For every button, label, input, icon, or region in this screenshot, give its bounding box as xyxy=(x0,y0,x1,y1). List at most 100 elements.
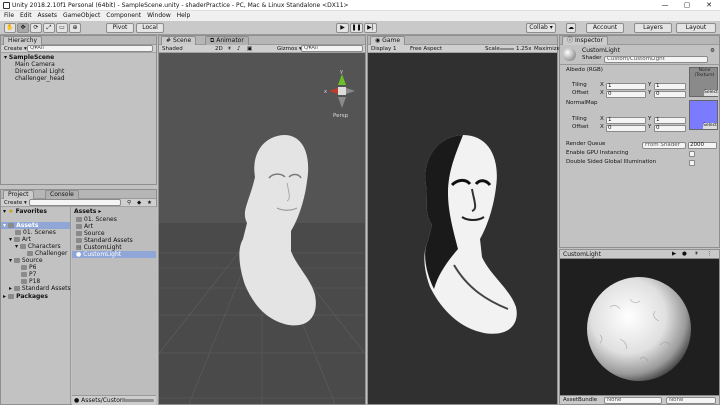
menu-component[interactable]: Component xyxy=(106,11,141,21)
thumbnail-size-slider[interactable] xyxy=(122,399,154,402)
preview-options-icon[interactable]: ⋮ xyxy=(707,250,713,258)
render-queue-value[interactable]: 2000 xyxy=(688,142,717,149)
persp-label[interactable]: Persp xyxy=(333,113,349,119)
tree-item-p6[interactable]: P6 xyxy=(21,264,36,271)
scene-viewport[interactable]: y x Persp xyxy=(159,53,365,404)
hierarchy-create-button[interactable]: Create ▾ xyxy=(4,45,27,53)
layers-dropdown[interactable]: Layers xyxy=(634,23,672,33)
normalmap-texture-slot[interactable]: Select xyxy=(689,100,718,130)
file-item-source[interactable]: Source xyxy=(76,230,105,237)
close-window-button[interactable]: ✕ xyxy=(698,0,720,11)
gizmos-dropdown[interactable]: Gizmos ▾ xyxy=(277,45,302,53)
tab-game[interactable]: ◉ Game xyxy=(370,36,406,45)
albedo-texture-slot[interactable]: None (Texture) Select xyxy=(689,67,718,97)
tab-project[interactable]: Project xyxy=(3,190,34,199)
tree-item-p18[interactable]: P18 xyxy=(21,278,40,285)
rotate-tool-icon[interactable]: ⟳ xyxy=(30,23,42,33)
tab-hierarchy[interactable]: Hierarchy xyxy=(3,36,43,45)
tree-item-packages[interactable]: ▸ Packages xyxy=(3,293,48,300)
project-search-input[interactable] xyxy=(29,199,121,206)
pause-button-icon[interactable]: ❚❚ xyxy=(350,23,363,33)
collab-dropdown[interactable]: Collab ▾ xyxy=(526,23,556,33)
audio-toggle-icon[interactable]: ♪ xyxy=(237,45,241,53)
maximize-button[interactable]: ▢ xyxy=(676,0,698,11)
transform-tool-icon[interactable]: ⊕ xyxy=(69,23,81,33)
normal-offset-x[interactable]: 0 xyxy=(606,125,646,132)
tab-animator[interactable]: ⧉ Animator xyxy=(205,36,249,45)
favorite-star-icon[interactable]: ★ xyxy=(147,199,152,207)
render-queue-mode-dropdown[interactable]: From Shader xyxy=(642,142,686,149)
label-icon[interactable]: ◆ xyxy=(137,199,141,207)
menu-edit[interactable]: Edit xyxy=(20,11,32,21)
scale-tool-icon[interactable]: ⤢ xyxy=(43,23,55,33)
hierarchy-item-challenger-head[interactable]: challenger_head xyxy=(15,75,65,82)
tree-item-standard-assets[interactable]: ▸ Standard Assets xyxy=(9,285,71,292)
layout-dropdown[interactable]: Layout xyxy=(676,23,716,33)
account-dropdown[interactable]: Account xyxy=(586,23,624,33)
move-tool-icon[interactable]: ✥ xyxy=(17,23,29,33)
tree-item-scenes[interactable]: 01. Scenes xyxy=(15,229,56,236)
file-item-standard-assets[interactable]: Standard Assets xyxy=(76,237,133,244)
hierarchy-search-input[interactable]: Q▾All xyxy=(27,45,153,52)
menu-help[interactable]: Help xyxy=(177,11,191,21)
filter-icon[interactable]: ⚲ xyxy=(127,199,131,207)
tree-item-art[interactable]: ▾ Art xyxy=(9,236,31,243)
file-item-customlight-material[interactable]: ● CustomLight xyxy=(72,251,156,258)
menu-gameobject[interactable]: GameObject xyxy=(63,11,100,21)
hierarchy-item-main-camera[interactable]: Main Camera xyxy=(15,61,55,68)
tab-console[interactable]: Console xyxy=(45,190,79,199)
preview-play-icon[interactable]: ▶ xyxy=(672,250,676,258)
aspect-dropdown[interactable]: Free Aspect xyxy=(410,45,442,53)
pivot-toggle[interactable]: Pivot xyxy=(106,23,134,33)
rect-tool-icon[interactable]: ▭ xyxy=(56,23,68,33)
preview-sphere[interactable] xyxy=(560,259,719,395)
albedo-tiling-y[interactable]: 1 xyxy=(654,83,686,90)
game-viewport[interactable] xyxy=(368,53,557,404)
lighting-toggle-icon[interactable]: ☀ xyxy=(227,45,232,53)
file-item-customlight-shader[interactable]: ▤ CustomLight xyxy=(76,244,122,251)
tree-item-assets[interactable]: ▾ Assets xyxy=(1,222,70,229)
albedo-offset-x[interactable]: 0 xyxy=(606,91,646,98)
scene-search-input[interactable]: Q▾All xyxy=(301,45,363,52)
hand-tool-icon[interactable]: ✋ xyxy=(4,23,16,33)
2d-toggle[interactable]: 2D xyxy=(215,45,223,53)
tree-item-challenger[interactable]: Challenger xyxy=(27,250,67,257)
local-toggle[interactable]: Local xyxy=(136,23,164,33)
tab-scene[interactable]: # Scene xyxy=(161,36,197,45)
albedo-tiling-x[interactable]: 1 xyxy=(606,83,646,90)
project-breadcrumb[interactable]: Assets ▸ xyxy=(74,208,101,215)
tree-item-characters[interactable]: ▾ Characters xyxy=(15,243,61,250)
inspector-settings-icon[interactable]: ⚙ xyxy=(710,47,715,55)
menu-assets[interactable]: Assets xyxy=(38,11,58,21)
scale-slider[interactable] xyxy=(500,48,514,50)
tree-item-source[interactable]: ▾ Source xyxy=(9,257,43,264)
file-item-art[interactable]: Art xyxy=(76,223,93,230)
file-item-scenes[interactable]: 01. Scenes xyxy=(76,216,117,223)
display-dropdown[interactable]: Display 1 xyxy=(371,45,397,53)
play-button-icon[interactable]: ▶ xyxy=(336,23,349,33)
effects-toggle-icon[interactable]: ▣ xyxy=(247,45,252,53)
normal-tiling-x[interactable]: 1 xyxy=(606,117,646,124)
minimize-button[interactable]: — xyxy=(654,0,676,11)
step-button-icon[interactable]: ▶| xyxy=(364,23,377,33)
preview-light-icon[interactable]: ☀ xyxy=(694,250,699,258)
double-sided-gi-checkbox[interactable] xyxy=(689,160,695,166)
favorites-row[interactable]: ▾ ★ Favorites xyxy=(3,208,47,215)
tab-inspector[interactable]: ⓘ Inspector xyxy=(562,36,608,45)
scene-root-row[interactable]: ▾ SampleScene xyxy=(4,54,54,61)
albedo-offset-y[interactable]: 0 xyxy=(654,91,686,98)
tree-item-p7[interactable]: P7 xyxy=(21,271,36,278)
menu-window[interactable]: Window xyxy=(147,11,171,21)
normal-tiling-y[interactable]: 1 xyxy=(654,117,686,124)
normal-offset-y[interactable]: 0 xyxy=(654,125,686,132)
cloud-icon[interactable]: ☁ xyxy=(566,23,576,33)
maximize-on-play-toggle[interactable]: Maximize xyxy=(534,45,560,53)
project-create-button[interactable]: Create ▾ xyxy=(4,199,27,207)
assetbundle-dropdown[interactable]: None xyxy=(604,397,662,404)
albedo-select-button[interactable]: Select xyxy=(704,90,718,96)
assetbundle-variant-dropdown[interactable]: None xyxy=(666,397,716,404)
preview-sphere-icon[interactable]: ● xyxy=(682,250,687,258)
menu-file[interactable]: File xyxy=(4,11,14,21)
shader-dropdown[interactable]: Custom/CustomLight xyxy=(604,56,708,63)
normalmap-select-button[interactable]: Select xyxy=(703,123,717,129)
